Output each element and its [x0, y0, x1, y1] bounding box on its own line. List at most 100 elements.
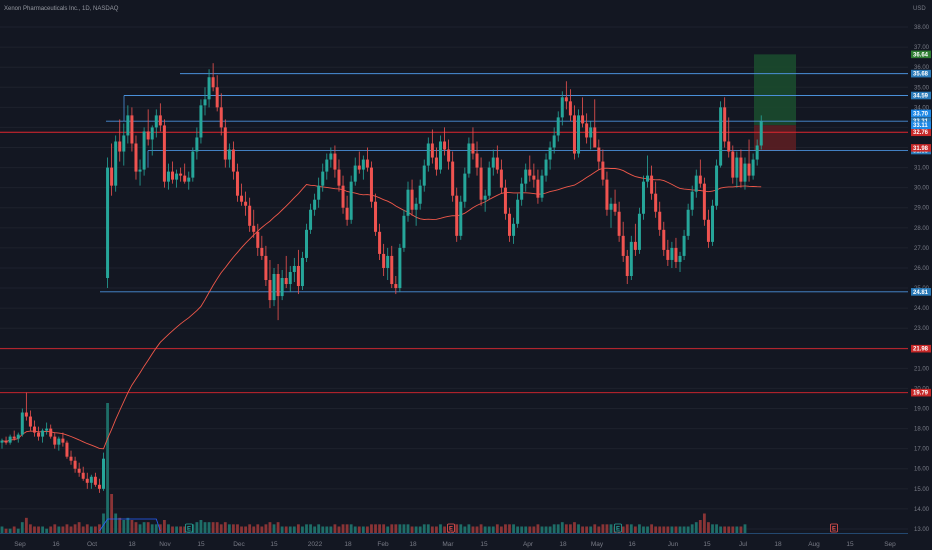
- candle-down: [702, 183, 706, 220]
- candle-down: [284, 278, 288, 285]
- candle-up: [516, 199, 520, 224]
- time-axis[interactable]: Sep 16 Oct 18 Nov 15 Dec 15 2022 18 Feb 18 Mar 15 Apr 1…: [0, 538, 908, 550]
- volume-bar: [211, 522, 215, 533]
- volume-bar: [219, 524, 223, 533]
- volume-bar: [374, 524, 377, 533]
- volume-bar: [609, 524, 613, 533]
- candle-down: [73, 460, 77, 469]
- earnings-marker-label: E: [832, 527, 836, 533]
- volume-bar: [629, 524, 633, 533]
- volume-bar: [45, 528, 49, 533]
- earnings-marker[interactable]: E: [830, 523, 838, 533]
- price-tick: 37.00: [914, 45, 930, 51]
- volume-bar: [33, 526, 36, 533]
- volume-bar: [337, 526, 341, 533]
- candle-up: [743, 163, 747, 182]
- candle-down: [69, 456, 73, 461]
- volume-bar: [134, 522, 138, 533]
- volume-bar: [475, 526, 479, 533]
- volume-bar: [560, 522, 564, 533]
- time-tick: 16: [52, 541, 60, 548]
- volume-bar: [24, 517, 28, 533]
- candle-up: [414, 203, 418, 210]
- candle-down: [341, 185, 345, 208]
- price-axis[interactable]: 13.0014.0015.0016.0017.0018.0019.0020.00…: [908, 0, 932, 550]
- price-tick: 15.00: [914, 487, 930, 493]
- volume-bar: [564, 524, 568, 533]
- candle-down: [24, 412, 28, 417]
- volume-bar: [167, 524, 170, 533]
- volume-bar: [601, 524, 605, 533]
- candle-down: [65, 442, 69, 457]
- volume-bar: [483, 526, 487, 533]
- candle-down: [162, 125, 166, 182]
- volume-bar: [301, 526, 304, 533]
- price-tick: 17.00: [914, 447, 930, 453]
- volume-bar: [593, 524, 597, 533]
- price-tick: 38.00: [914, 25, 930, 31]
- volume-bar: [179, 526, 183, 533]
- volume-bar: [16, 528, 20, 533]
- price-badge-label: 21.98: [913, 347, 929, 353]
- candle-down: [264, 255, 268, 281]
- candle-up: [292, 265, 296, 272]
- volume-bar: [670, 526, 674, 533]
- candle-up: [560, 97, 564, 118]
- volume-bar: [296, 524, 300, 533]
- candle-down: [77, 468, 81, 473]
- price-tick: 13.00: [914, 527, 930, 533]
- time-tick: Nov: [159, 541, 171, 548]
- volume-bar: [398, 524, 402, 533]
- volume-bar: [581, 526, 584, 533]
- time-tick: 2022: [308, 541, 323, 548]
- candle-up: [589, 127, 593, 138]
- candle-up: [491, 157, 495, 168]
- price-tick: 16.00: [914, 467, 930, 473]
- volume-bar: [711, 524, 714, 533]
- candle-up: [556, 117, 560, 136]
- candle-down: [244, 201, 248, 206]
- candle-down: [337, 169, 341, 186]
- volume-bar: [707, 522, 710, 533]
- candle-down: [260, 247, 264, 256]
- volume-bar: [731, 526, 735, 533]
- volume-bar: [41, 526, 44, 533]
- candle-down: [183, 175, 187, 182]
- volume-bar: [252, 526, 256, 533]
- volume-bar: [154, 524, 158, 533]
- candle-down: [97, 484, 101, 489]
- earnings-marker-label: E: [449, 527, 453, 533]
- time-tick: 15: [480, 541, 488, 548]
- volume-bar: [662, 526, 666, 533]
- candle-up: [759, 121, 763, 146]
- price-chart[interactable]: E E E E 13.00 14.00 15.00 16.00 17.00 18.00 19.00…: [0, 0, 932, 550]
- volume-bar: [455, 524, 459, 533]
- volume-bar: [715, 524, 718, 533]
- candle-down: [110, 167, 114, 186]
- candle-down: [617, 211, 621, 236]
- volume-bar: [536, 524, 540, 533]
- earnings-marker[interactable]: E: [614, 523, 622, 533]
- volume-bar: [666, 526, 670, 533]
- volume-bar: [719, 526, 723, 533]
- time-tick: 18: [344, 541, 352, 548]
- volume-bar: [459, 524, 463, 533]
- candle-up: [438, 141, 442, 170]
- volume-bar: [223, 522, 227, 533]
- candle-up: [670, 247, 674, 260]
- candle-up: [402, 215, 406, 248]
- candle-down: [118, 141, 122, 152]
- candle-down: [12, 436, 16, 439]
- volume-bar: [723, 526, 727, 533]
- price-tick: 29.00: [914, 206, 930, 212]
- candle-down: [654, 193, 658, 212]
- candle-down: [662, 229, 666, 250]
- volume-bar: [292, 526, 296, 533]
- volume-bar: [491, 526, 495, 533]
- candle-down: [134, 143, 138, 172]
- candle-up: [577, 115, 581, 154]
- earnings-marker[interactable]: E: [185, 523, 193, 533]
- candle-up: [150, 127, 154, 140]
- earnings-marker[interactable]: E: [447, 523, 455, 533]
- volume-bar: [674, 526, 678, 533]
